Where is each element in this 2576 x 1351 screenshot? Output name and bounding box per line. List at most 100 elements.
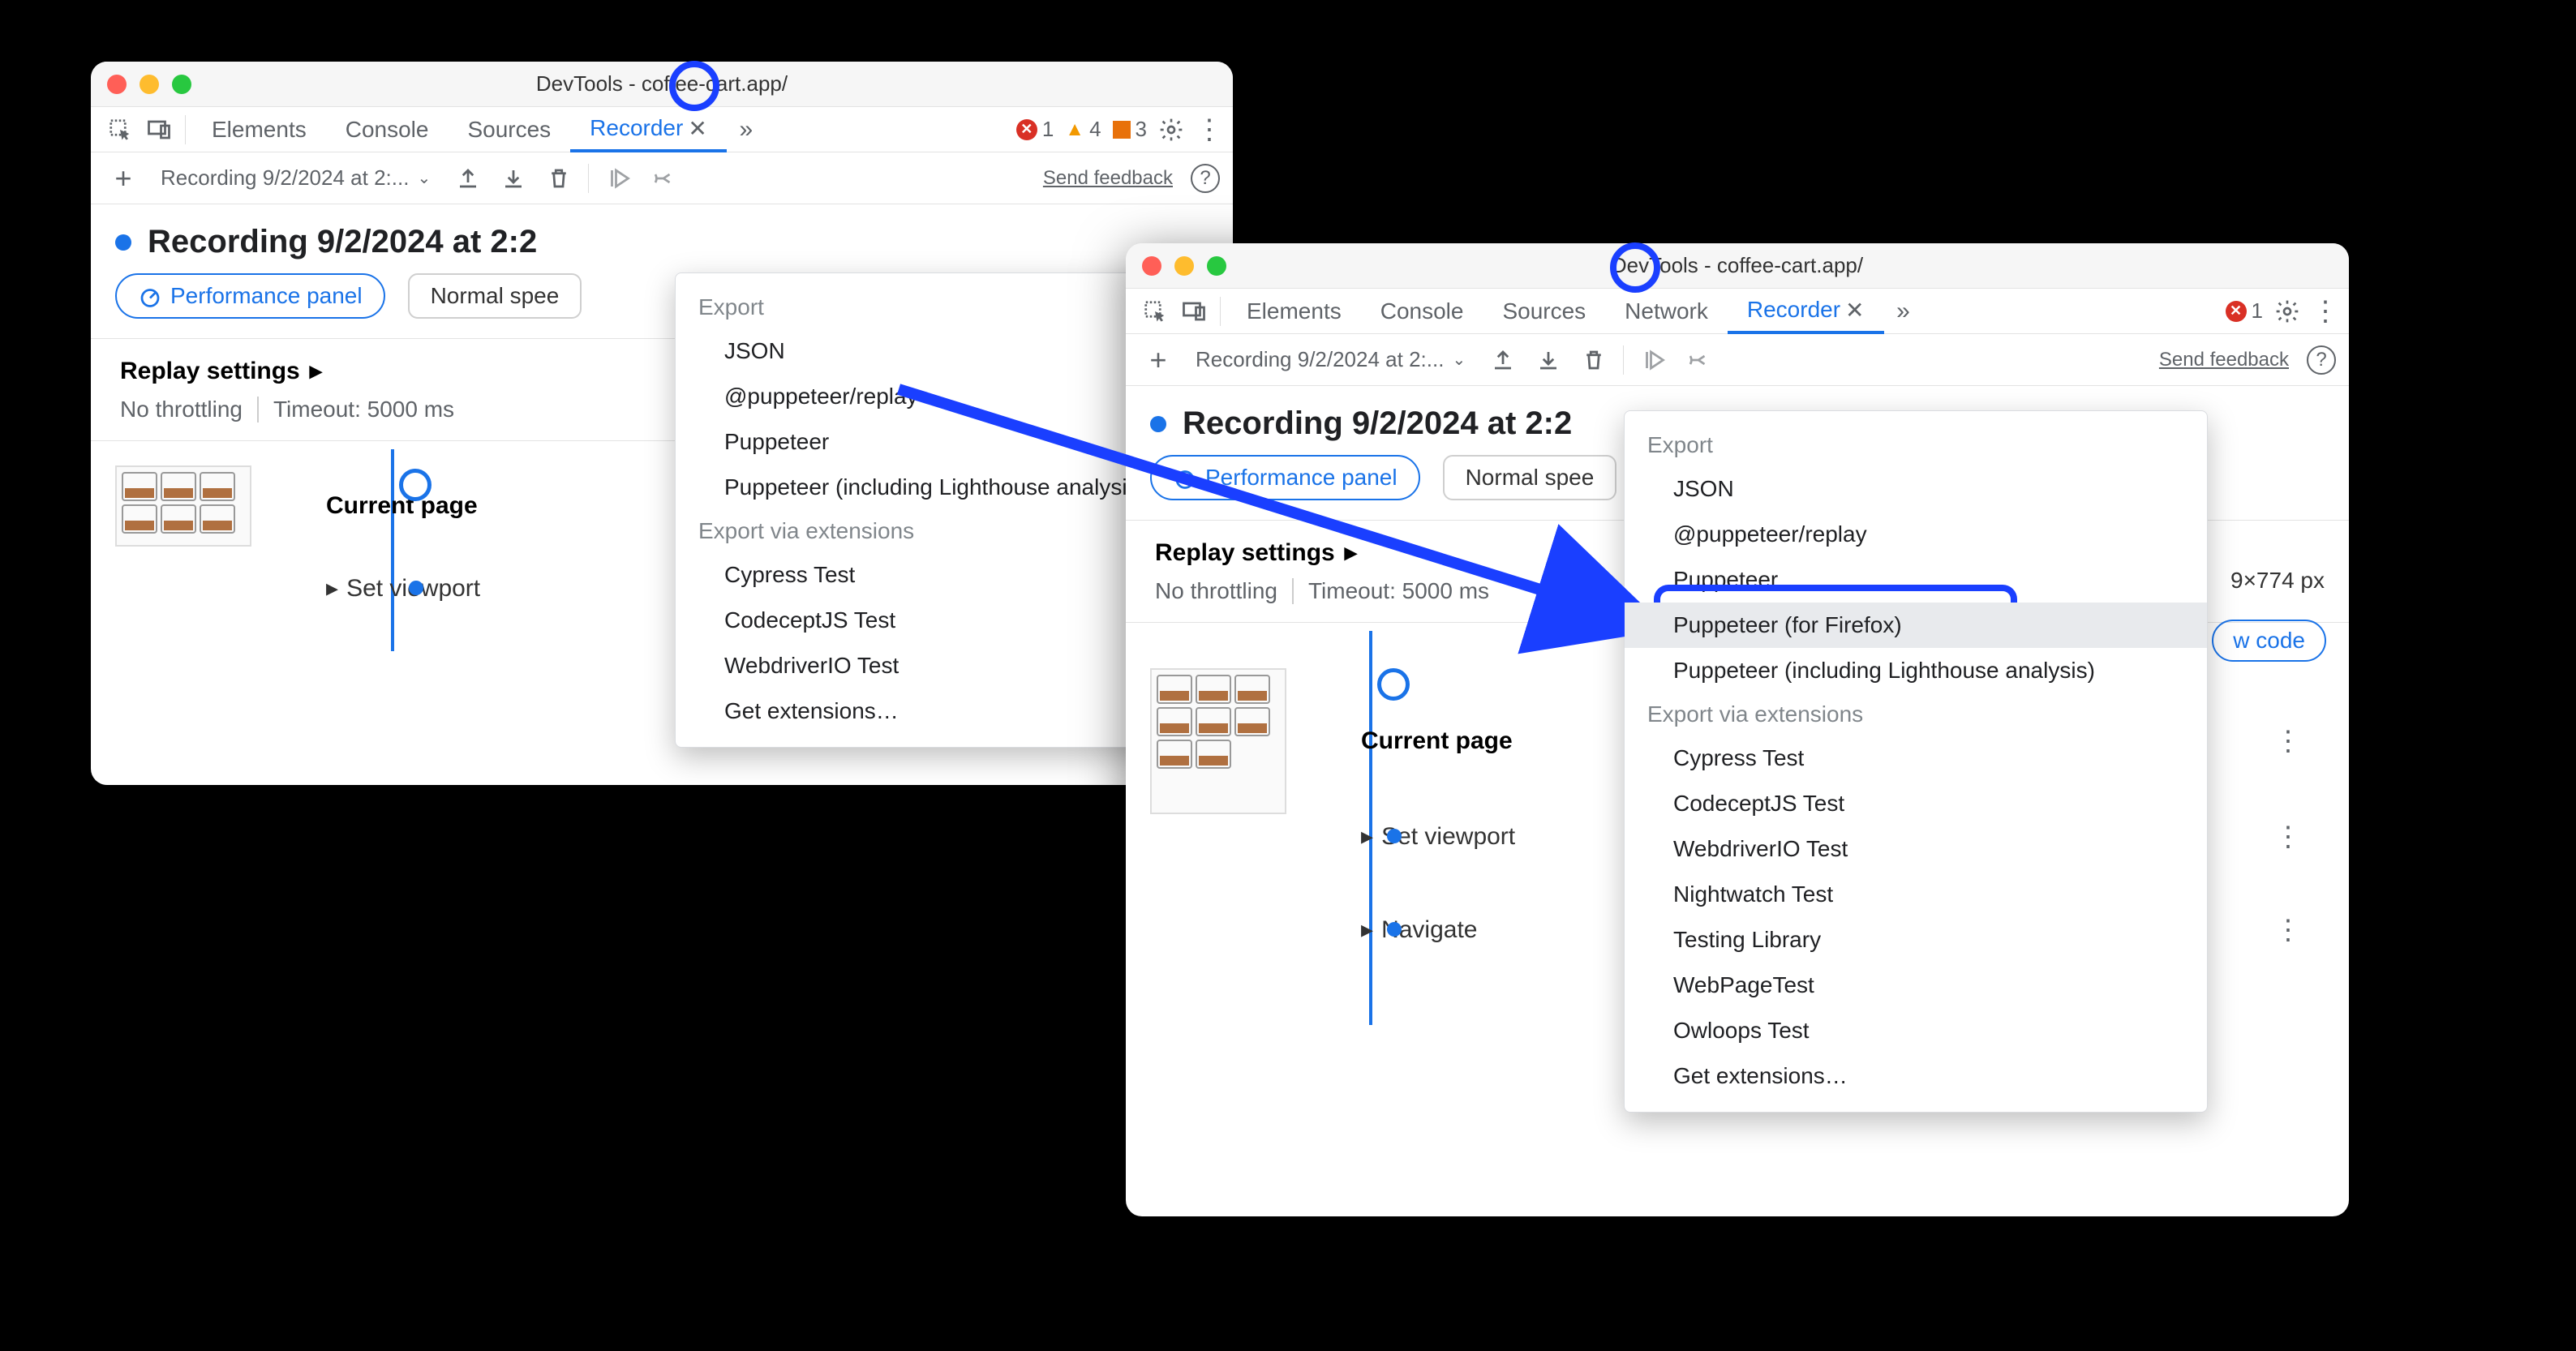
export-item-puppeteer-firefox[interactable]: Puppeteer (for Firefox) (1625, 603, 2207, 648)
more-tabs-icon[interactable]: » (727, 116, 766, 144)
export-item-webdriverio[interactable]: WebdriverIO Test (1625, 826, 2207, 872)
recorder-toolbar: + Recording 9/2/2024 at 2:... ⌄ Send fee… (1126, 334, 2349, 386)
export-menu[interactable]: Export JSON @puppeteer/replay Puppeteer … (1624, 410, 2208, 1113)
export-item-codeceptjs[interactable]: CodeceptJS Test (1625, 781, 2207, 826)
delete-button[interactable] (539, 159, 578, 198)
recording-status-dot (115, 234, 131, 251)
tab-elements[interactable]: Elements (192, 107, 326, 152)
throttling-value: No throttling (1155, 578, 1277, 604)
export-button[interactable] (1529, 341, 1568, 380)
recording-title: Recording 9/2/2024 at 2:2 (148, 224, 537, 260)
titlebar: DevTools - coffee-cart.app/ (91, 62, 1233, 107)
help-icon[interactable]: ? (2307, 345, 2336, 375)
export-item-nightwatch[interactable]: Nightwatch Test (1625, 872, 2207, 917)
delete-button[interactable] (1574, 341, 1613, 380)
tab-recorder-label: Recorder (590, 115, 683, 141)
tab-recorder-label: Recorder (1747, 297, 1840, 323)
step-kebab-icon[interactable]: ⋮ (2274, 725, 2302, 757)
tab-console[interactable]: Console (326, 107, 449, 152)
recording-select-label: Recording 9/2/2024 at 2:... (1196, 347, 1444, 372)
performance-panel-label: Performance panel (1205, 465, 1397, 491)
chevron-right-icon: ▸ (310, 357, 322, 385)
warning-count: 4 (1089, 117, 1101, 142)
device-toggle-icon[interactable] (140, 118, 178, 142)
more-tabs-icon[interactable]: » (1884, 298, 1923, 325)
export-item-json[interactable]: JSON (1625, 466, 2207, 512)
step-current-page[interactable]: Current page (1361, 727, 1513, 755)
settings-icon[interactable] (1158, 117, 1184, 143)
timeout-value: Timeout: 5000 ms (257, 397, 454, 422)
device-toggle-icon[interactable] (1174, 299, 1213, 324)
error-count: 1 (2252, 298, 2263, 324)
import-button[interactable] (449, 159, 487, 198)
export-item-get-extensions[interactable]: Get extensions… (1625, 1053, 2207, 1099)
tab-recorder[interactable]: Recorder ✕ (570, 108, 727, 152)
export-item-puppeteer[interactable]: Puppeteer (1625, 557, 2207, 603)
speed-select[interactable]: Normal spee (408, 273, 582, 319)
tab-network[interactable]: Network (1605, 289, 1728, 333)
send-feedback-link[interactable]: Send feedback (1043, 167, 1173, 190)
show-code-button[interactable]: w code (2212, 620, 2326, 662)
step-set-viewport[interactable]: ▸ Set viewport (326, 574, 480, 603)
new-recording-button[interactable]: + (104, 159, 143, 198)
window-title: DevTools - coffee-cart.app/ (1126, 253, 2349, 278)
export-item-owloops[interactable]: Owloops Test (1625, 1008, 2207, 1053)
help-icon[interactable]: ? (1191, 164, 1220, 193)
import-button[interactable] (1483, 341, 1522, 380)
tab-sources[interactable]: Sources (448, 107, 570, 152)
performance-panel-button[interactable]: Performance panel (1150, 455, 1420, 500)
recording-select-label: Recording 9/2/2024 at 2:... (161, 165, 409, 191)
tab-recorder[interactable]: Recorder ✕ (1728, 290, 1884, 334)
throttling-value: No throttling (120, 397, 243, 422)
export-button[interactable] (494, 159, 533, 198)
error-count-badge[interactable]: ✕1 (2226, 298, 2263, 324)
step-thumbnail (115, 465, 251, 547)
timeout-value: Timeout: 5000 ms (1292, 578, 1489, 604)
replay-button[interactable] (599, 159, 638, 198)
export-ext-section-label: Export via extensions (1625, 693, 2207, 736)
recorder-toolbar: + Recording 9/2/2024 at 2:... ⌄ Send fee… (91, 152, 1233, 204)
export-item-puppeteer-replay[interactable]: @puppeteer/replay (1625, 512, 2207, 557)
tab-console[interactable]: Console (1361, 289, 1483, 333)
new-recording-button[interactable]: + (1139, 341, 1178, 380)
kebab-menu-icon[interactable]: ⋮ (1196, 114, 1223, 146)
recording-title: Recording 9/2/2024 at 2:2 (1183, 405, 1572, 442)
kebab-menu-icon[interactable]: ⋮ (2312, 295, 2339, 328)
chevron-right-icon: ▸ (1345, 538, 1357, 567)
tab-elements[interactable]: Elements (1227, 289, 1361, 333)
titlebar: DevTools - coffee-cart.app/ (1126, 243, 2349, 289)
settings-icon[interactable] (2274, 298, 2300, 324)
export-section-label: Export (1625, 424, 2207, 466)
replay-button[interactable] (1634, 341, 1672, 380)
step-current-page[interactable]: Current page (326, 492, 478, 520)
recording-select[interactable]: Recording 9/2/2024 at 2:... ⌄ (149, 165, 442, 191)
devtools-tabbar: Elements Console Sources Recorder ✕ » ✕1… (91, 107, 1233, 152)
recording-select[interactable]: Recording 9/2/2024 at 2:... ⌄ (1184, 347, 1477, 372)
step-button[interactable] (1679, 341, 1718, 380)
error-count: 1 (1042, 117, 1054, 142)
inspect-element-icon[interactable] (101, 118, 140, 142)
step-button[interactable] (644, 159, 683, 198)
export-item-webpagetest[interactable]: WebPageTest (1625, 963, 2207, 1008)
inspect-element-icon[interactable] (1136, 299, 1174, 324)
viewport-dimension: 9×774 px (2230, 568, 2325, 594)
export-item-testing-library[interactable]: Testing Library (1625, 917, 2207, 963)
recording-status-dot (1150, 416, 1166, 432)
devtools-tabbar: Elements Console Sources Network Recorde… (1126, 289, 2349, 334)
step-kebab-icon[interactable]: ⋮ (2274, 914, 2302, 946)
send-feedback-link[interactable]: Send feedback (2159, 349, 2289, 371)
error-count-badge[interactable]: ✕1 (1016, 117, 1054, 142)
warning-count-badge[interactable]: ▲4 (1065, 117, 1101, 142)
performance-panel-button[interactable]: Performance panel (115, 273, 385, 319)
performance-panel-label: Performance panel (170, 283, 363, 309)
export-item-puppeteer-lighthouse[interactable]: Puppeteer (including Lighthouse analysis… (1625, 648, 2207, 693)
close-tab-icon[interactable]: ✕ (1845, 297, 1864, 324)
step-navigate[interactable]: ▸ Navigate (1361, 916, 1477, 944)
tab-sources[interactable]: Sources (1483, 289, 1605, 333)
speed-select[interactable]: Normal spee (1443, 455, 1617, 500)
close-tab-icon[interactable]: ✕ (688, 115, 706, 142)
step-kebab-icon[interactable]: ⋮ (2274, 821, 2302, 853)
step-set-viewport[interactable]: ▸ Set viewport (1361, 822, 1515, 851)
export-item-cypress[interactable]: Cypress Test (1625, 736, 2207, 781)
issue-count-badge[interactable]: 3 (1113, 117, 1147, 142)
